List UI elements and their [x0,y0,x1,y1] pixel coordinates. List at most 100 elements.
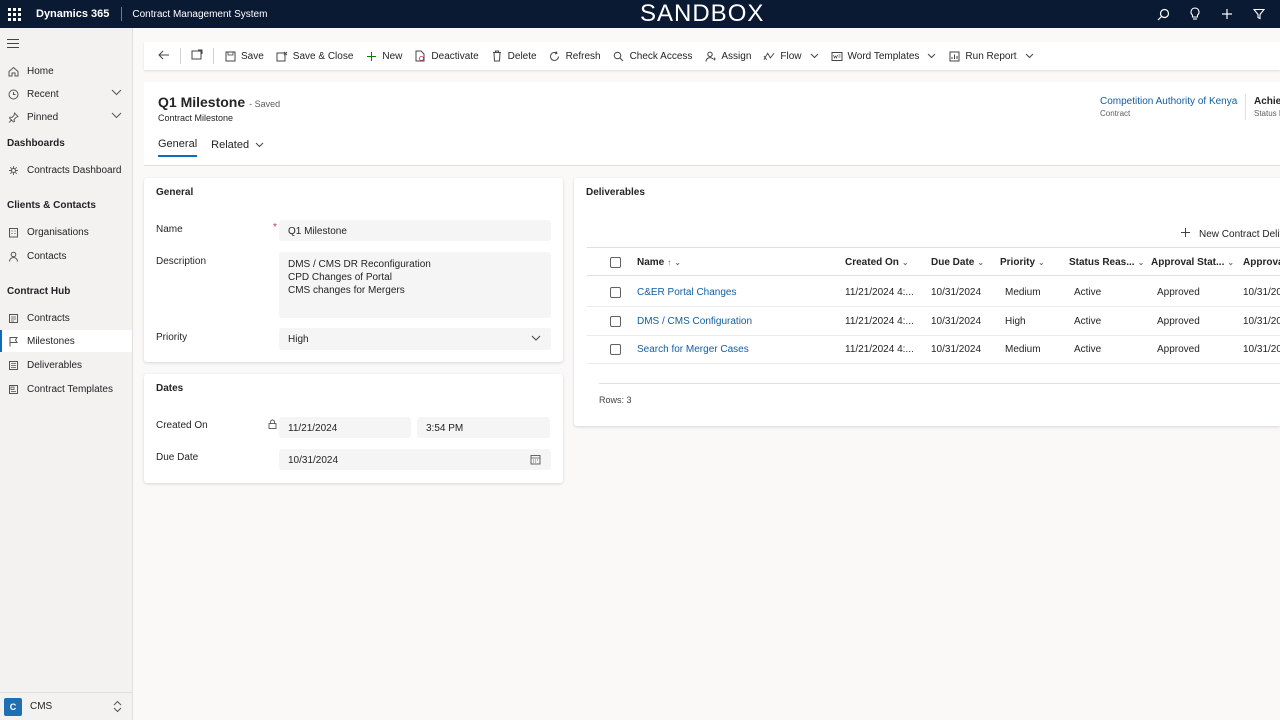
column-header-priority[interactable]: Priority ⌄ [1000,257,1045,268]
open-new-window-button[interactable] [185,42,209,70]
sidebar-item-contacts[interactable]: Contacts [0,245,132,267]
name-field[interactable]: Q1 Milestone [279,220,551,241]
app-name[interactable]: Contract Management System [122,9,267,20]
new-button[interactable]: New [359,42,408,70]
person-icon [7,250,19,262]
brand-name[interactable]: Dynamics 365 [28,7,123,21]
column-header-created-on[interactable]: Created On ⌄ [845,257,909,268]
key-search-icon [613,50,625,62]
sidebar-item-milestones[interactable]: Milestones [0,330,132,352]
column-header-approval-status[interactable]: Approval Stat... ⌄ [1151,257,1234,268]
column-header-due-date[interactable]: Due Date ⌄ [931,257,984,268]
table-row[interactable]: DMS / CMS Configuration 11/21/2024 4:...… [587,307,1280,336]
description-label: Description [156,256,207,267]
select-all-checkbox[interactable] [610,257,621,268]
priority-select[interactable]: High [279,328,551,350]
row-checkbox[interactable] [610,316,621,327]
sidebar-item-contracts[interactable]: Contracts [0,307,132,329]
save-close-button[interactable]: Save & Close [270,42,360,70]
status-cell: Active [1074,287,1102,298]
search-icon[interactable] [1156,7,1170,21]
nav-group-heading: Clients & Contacts [7,200,96,211]
record-title: Q1 Milestone - Saved [158,94,280,110]
save-button[interactable]: Save [218,42,270,70]
tab-general[interactable]: General [158,138,198,157]
description-line: CMS changes for Mergers [288,285,405,296]
home-icon [7,65,19,77]
app-launcher-button[interactable] [0,0,28,28]
sidebar-item-home[interactable]: Home [0,60,132,82]
chevron-down-icon[interactable] [111,111,122,122]
sidebar-item-label: Pinned [27,111,59,123]
back-button[interactable] [152,42,176,70]
approval-date-cell: 10/31/20 [1243,344,1280,355]
assign-label: Assign [721,50,752,62]
plus-icon [1180,227,1191,241]
deliverables-section: Deliverables New Contract Deliv Name ↑ ⌄… [574,178,1280,426]
sidebar-item-label: Contracts [27,312,70,324]
lightbulb-icon[interactable] [1188,7,1202,21]
area-switcher[interactable]: C CMS [0,692,132,720]
divider [180,48,181,64]
area-badge: C [4,697,22,716]
flow-button[interactable]: Flow [757,42,824,70]
due-date-field[interactable]: 10/31/2024 [279,449,551,470]
new-contract-deliverable-button[interactable]: New Contract Deliv [1180,227,1280,241]
chevron-down-icon: ⌄ [1227,258,1235,267]
sidebar-item-deliverables[interactable]: Deliverables [0,354,132,376]
priority-cell: Medium [1005,287,1041,298]
word-templates-button[interactable]: Word Templates [825,42,943,70]
contract-link[interactable]: Competition Authority of Kenya [1100,96,1237,107]
priority-value: High [288,334,309,345]
sidebar-item-recent[interactable]: Recent [0,83,132,105]
deactivate-button[interactable]: Deactivate [408,42,484,70]
delete-button[interactable]: Delete [485,42,543,70]
chevron-down-icon[interactable] [111,88,122,99]
filter-icon[interactable] [1252,7,1266,21]
table-row[interactable]: C&ER Portal Changes 11/21/2024 4:... 10/… [587,278,1280,307]
column-header-name[interactable]: Name ↑ ⌄ [637,257,681,268]
column-header-status-reason[interactable]: Status Reas... ⌄ [1069,257,1144,268]
deliverable-name-link[interactable]: DMS / CMS Configuration [637,316,752,327]
dates-section: Dates Created On 11/21/2024 3:54 PM Due … [144,374,563,483]
status-label: Status R [1254,109,1280,118]
table-row[interactable]: Search for Merger Cases 11/21/2024 4:...… [587,335,1280,364]
flow-label: Flow [780,50,802,62]
sidebar-item-contract-templates[interactable]: Contract Templates [0,378,132,400]
deactivate-label: Deactivate [431,50,479,62]
chevron-down-icon: ⌄ [901,258,909,267]
hamburger-menu-icon[interactable] [7,39,19,51]
save-close-icon [276,50,288,62]
plus-icon[interactable] [1220,7,1234,21]
row-checkbox[interactable] [610,344,621,355]
record-title-text: Q1 Milestone [158,94,246,110]
deliverable-name-link[interactable]: C&ER Portal Changes [637,287,737,298]
assign-button[interactable]: Assign [698,42,757,70]
chevron-down-icon[interactable] [1025,51,1034,62]
row-checkbox[interactable] [610,287,621,298]
deliverable-name-link[interactable]: Search for Merger Cases [637,344,749,355]
column-header-approval-date[interactable]: Approva [1243,257,1280,268]
check-access-label: Check Access [629,50,693,62]
column-header-label: Priority [1000,257,1036,268]
created-on-date-field: 11/21/2024 [279,417,411,438]
general-section: General Name * Q1 Milestone Description … [144,178,563,362]
run-report-button[interactable]: Run Report [942,42,1039,70]
tab-related[interactable]: Related [211,138,264,157]
sidebar-item-pinned[interactable]: Pinned [0,106,132,128]
sort-ascending-icon: ↑ [667,258,672,267]
sidebar-item-organisations[interactable]: Organisations [0,221,132,243]
priority-cell: High [1005,316,1026,327]
due-date-value: 10/31/2024 [288,455,339,466]
check-access-button[interactable]: Check Access [607,42,699,70]
sidebar-item-label: Deliverables [27,359,83,371]
list-icon [7,359,19,371]
description-field[interactable]: DMS / CMS DR Reconfiguration CPD Changes… [279,252,551,318]
chevron-down-icon[interactable] [810,51,819,62]
calendar-icon[interactable] [530,454,541,468]
chevron-down-icon[interactable] [927,51,936,62]
refresh-button[interactable]: Refresh [543,42,607,70]
column-header-label: Name [637,257,665,268]
sidebar-item-label: Contracts Dashboard [27,164,122,176]
sidebar-item-contracts-dashboard[interactable]: Contracts Dashboard [0,159,132,181]
